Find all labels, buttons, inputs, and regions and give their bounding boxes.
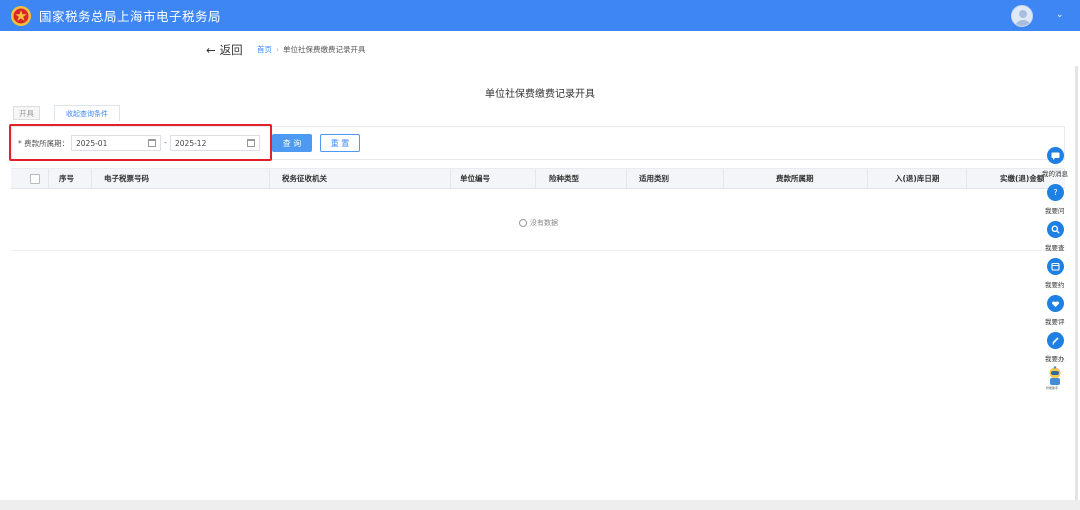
sidebar-label-messages[interactable]: 我的消息: [1042, 168, 1068, 178]
column-header[interactable]: 税务征收机关: [282, 169, 327, 188]
chevron-down-icon[interactable]: ⌄: [1056, 10, 1064, 20]
assistant-label[interactable]: 智能助手: [1046, 386, 1058, 390]
table-bottom-border: [11, 250, 1065, 251]
column-header[interactable]: 单位编号: [460, 169, 490, 188]
column-header[interactable]: 入(退)库日期: [895, 169, 939, 188]
user-avatar[interactable]: [1011, 5, 1033, 27]
back-button[interactable]: ← 返回: [206, 42, 243, 58]
horizontal-scrollbar[interactable]: [0, 500, 1080, 510]
collapse-query-tab[interactable]: 收起查询条件: [54, 105, 120, 121]
edit-icon[interactable]: [1047, 332, 1064, 349]
column-header[interactable]: 序号: [59, 169, 74, 188]
sidebar-label-appoint[interactable]: 我要约: [1045, 279, 1065, 289]
reset-button[interactable]: 重 置: [320, 134, 360, 152]
question-icon[interactable]: ?: [1047, 184, 1064, 201]
user-icon: [1016, 10, 1030, 26]
sidebar-label-ask[interactable]: 我要问: [1045, 205, 1065, 215]
sidebar-label-rate[interactable]: 我要评: [1045, 316, 1065, 326]
message-icon[interactable]: [1047, 147, 1064, 164]
column-divider: [91, 169, 92, 188]
empty-text: 没有数据: [530, 219, 558, 227]
rate-icon[interactable]: [1047, 295, 1064, 312]
column-divider: [269, 169, 270, 188]
select-all-checkbox[interactable]: [30, 174, 40, 184]
page-title: 单位社保费缴费记录开具: [485, 89, 595, 100]
sidebar-label-handle[interactable]: 我要办: [1045, 353, 1065, 363]
breadcrumb-current: 单位社保费缴费记录开具: [283, 45, 366, 54]
tax-emblem-icon: [11, 5, 31, 26]
calendar-icon[interactable]: [1047, 258, 1064, 275]
query-button[interactable]: 查 询: [272, 134, 312, 152]
column-divider: [450, 169, 451, 188]
empty-icon: [519, 219, 527, 227]
sidebar-label-query[interactable]: 我要查: [1045, 242, 1065, 252]
breadcrumb: 首页 › 单位社保费缴费记录开具: [257, 44, 366, 55]
column-header[interactable]: 费款所属期: [776, 169, 814, 188]
vertical-scrollbar[interactable]: [1075, 66, 1078, 500]
empty-state: 没有数据: [519, 218, 558, 228]
back-label: 返回: [219, 43, 243, 57]
column-divider: [723, 169, 724, 188]
brand[interactable]: 国家税务总局上海市电子税务局: [10, 4, 221, 27]
breadcrumb-home[interactable]: 首页: [257, 44, 272, 55]
column-header[interactable]: 电子税票号码: [104, 169, 149, 188]
column-header[interactable]: 适用类别: [639, 169, 669, 188]
column-divider: [48, 169, 49, 188]
column-divider: [867, 169, 868, 188]
arrow-left-icon: ←: [206, 43, 216, 57]
search-icon[interactable]: [1047, 221, 1064, 238]
open-button[interactable]: 开具: [13, 106, 40, 120]
assistant-robot-icon[interactable]: [1046, 366, 1064, 388]
column-divider: [535, 169, 536, 188]
column-divider: [626, 169, 627, 188]
column-header[interactable]: 险种类型: [549, 169, 579, 188]
column-header[interactable]: 实缴(退)金额: [1000, 169, 1044, 188]
site-title: 国家税务总局上海市电子税务局: [39, 9, 222, 24]
highlight-box: [9, 124, 272, 161]
top-bar: 国家税务总局上海市电子税务局 ⌄: [0, 0, 1080, 31]
breadcrumb-separator-icon: ›: [276, 45, 279, 54]
column-divider: [966, 169, 967, 188]
table-header: 序号 电子税票号码 税务征收机关 单位编号 险种类型 适用类别 费款所属期 入(…: [11, 168, 1065, 189]
